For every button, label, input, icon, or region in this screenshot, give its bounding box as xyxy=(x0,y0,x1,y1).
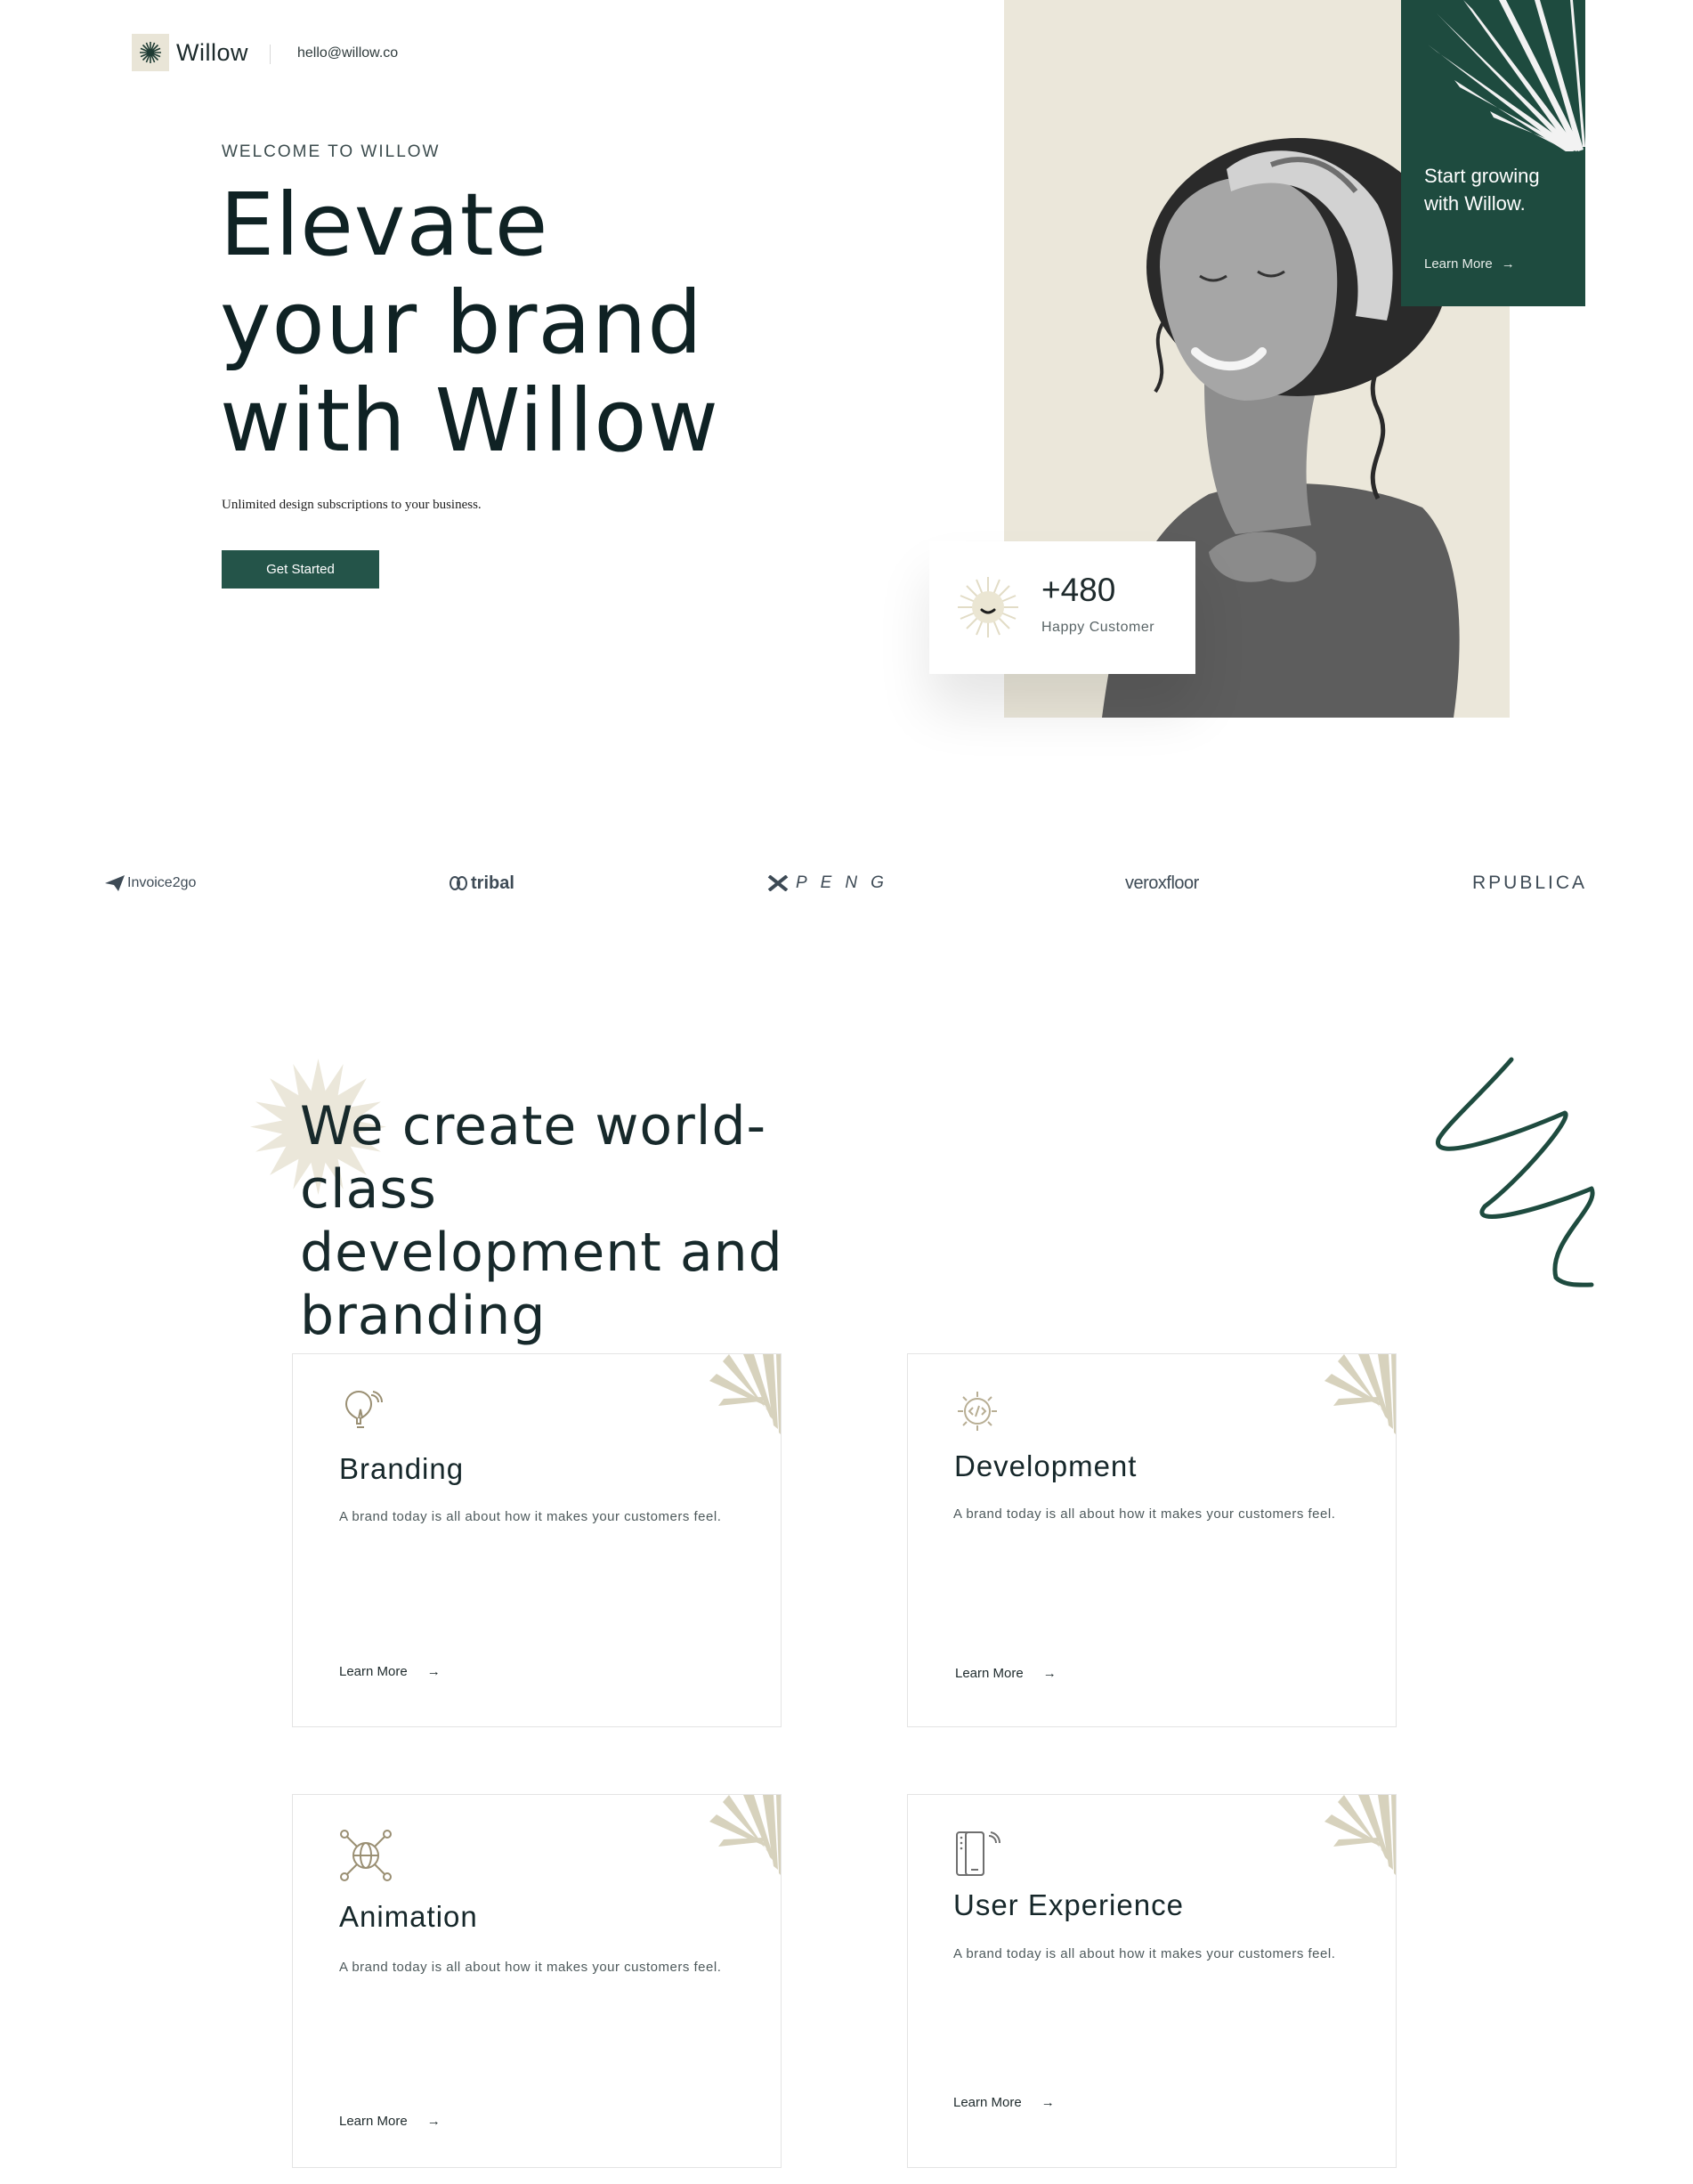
arrow-right-icon: → xyxy=(426,1664,441,1679)
card-sunburst-decoration xyxy=(1324,1795,1396,1875)
arrow-right-icon: → xyxy=(426,2114,441,2129)
stat-label: Happy Customer xyxy=(1041,620,1155,635)
hero-title-line-1: Elevate xyxy=(220,175,549,275)
hero-title-line-2: your brand xyxy=(220,272,703,373)
brand-name[interactable]: Willow xyxy=(176,39,248,67)
brand-logo-label: tribal xyxy=(471,873,514,893)
brand-logo-rpublica[interactable]: RPUBLICA xyxy=(1472,871,1587,896)
card-learn-more-link[interactable]: Learn More → xyxy=(339,1664,441,1679)
lightbulb-icon xyxy=(344,1391,384,1428)
hero-title: Elevate your brand with Willow xyxy=(220,176,843,470)
stat-card: +480 Happy Customer xyxy=(929,541,1195,674)
hero-subtitle: Unlimited design subscriptions to your b… xyxy=(222,498,482,512)
globe-network-icon xyxy=(340,1830,392,1881)
header-divider xyxy=(270,45,271,64)
card-learn-more-label: Learn More xyxy=(339,1664,408,1679)
stat-number: +480 xyxy=(1041,572,1116,608)
card-learn-more-link[interactable]: Learn More → xyxy=(955,1666,1057,1681)
sunburst-icon xyxy=(140,42,161,63)
promo-text: Start growing with Willow. xyxy=(1424,165,1540,215)
promo-learn-more-link[interactable]: Learn More → xyxy=(1424,256,1515,272)
card-sunburst-decoration xyxy=(709,1354,781,1434)
brand-logo-veroxfloor[interactable]: veroxfloor xyxy=(1125,871,1199,896)
squiggle-decoration xyxy=(1436,1057,1595,1287)
logo-mark[interactable] xyxy=(132,34,169,71)
brand-logo-label: Invoice2go xyxy=(127,875,197,890)
hero-eyebrow: WELCOME TO WILLOW xyxy=(222,142,441,161)
gear-code-icon xyxy=(958,1392,997,1431)
arrow-right-icon: → xyxy=(1041,2095,1055,2110)
brand-logo-label: veroxfloor xyxy=(1125,873,1199,893)
service-card-animation: Animation A brand today is all about how… xyxy=(292,1794,782,2168)
card-sunburst-decoration xyxy=(1324,1354,1396,1434)
card-description: A brand today is all about how it makes … xyxy=(339,1960,722,1975)
brand-logo-label: PENG xyxy=(796,873,897,892)
card-title: User Experience xyxy=(953,1888,1184,1921)
arrow-right-icon: → xyxy=(1042,1666,1057,1681)
card-title: Animation xyxy=(339,1900,478,1933)
services-title: We create world-class development and br… xyxy=(300,1095,783,1347)
brand-logo-tribal[interactable]: tribal xyxy=(449,871,514,896)
mobile-devices-icon xyxy=(956,1831,1001,1876)
paper-plane-icon xyxy=(105,875,125,891)
card-learn-more-label: Learn More xyxy=(339,2114,408,2129)
service-card-user-experience: User Experience A brand today is all abo… xyxy=(907,1794,1397,2168)
smiley-sun-icon xyxy=(958,577,1018,637)
brand-logo-peng[interactable]: PENG xyxy=(767,871,897,896)
sunburst-decoration xyxy=(1428,0,1585,151)
card-title: Branding xyxy=(339,1452,465,1485)
brand-logo-invoice2go[interactable]: Invoice2go xyxy=(105,871,196,896)
arrow-right-icon: → xyxy=(1501,256,1515,272)
x-mark-icon xyxy=(767,875,789,891)
card-description: A brand today is all about how it makes … xyxy=(339,1509,722,1524)
card-learn-more-label: Learn More xyxy=(955,1666,1024,1681)
promo-panel: Start growing with Willow. Learn More → xyxy=(1401,0,1585,306)
hero-title-line-3: with Willow xyxy=(220,370,719,471)
tribal-mark-icon xyxy=(450,876,467,890)
card-description: A brand today is all about how it makes … xyxy=(953,1946,1336,1961)
card-sunburst-decoration xyxy=(709,1795,781,1875)
card-learn-more-link[interactable]: Learn More → xyxy=(953,2095,1055,2110)
brand-logo-label: RPUBLICA xyxy=(1472,873,1588,893)
card-description: A brand today is all about how it makes … xyxy=(953,1506,1336,1522)
service-card-branding: Branding A brand today is all about how … xyxy=(292,1353,782,1727)
card-learn-more-label: Learn More xyxy=(953,2095,1022,2110)
card-title: Development xyxy=(954,1449,1138,1482)
card-learn-more-link[interactable]: Learn More → xyxy=(339,2114,441,2129)
service-card-development: Development A brand today is all about h… xyxy=(907,1353,1397,1727)
contact-email-link[interactable]: hello@willow.co xyxy=(297,45,398,61)
promo-learn-more-label: Learn More xyxy=(1424,256,1493,272)
get-started-button[interactable]: Get Started xyxy=(222,550,379,589)
